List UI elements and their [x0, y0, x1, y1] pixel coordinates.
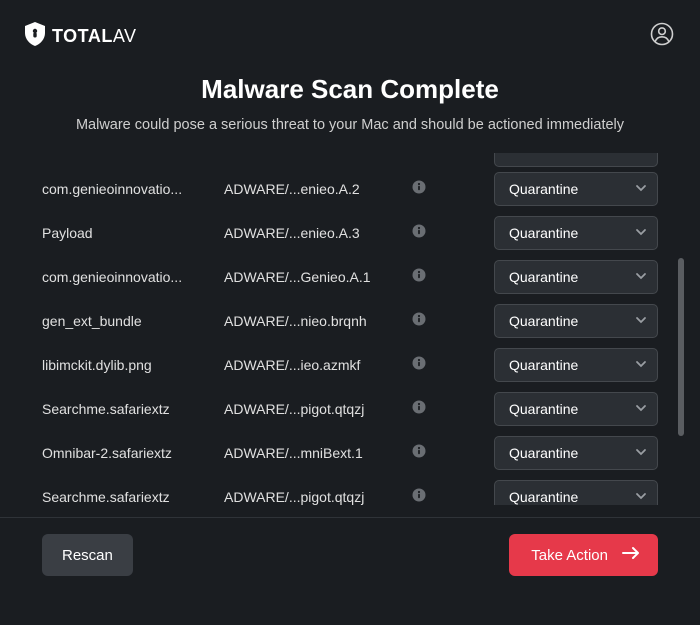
- table-row: Omnibar-2.safariextz ADWARE/...mniBext.1…: [42, 431, 658, 475]
- chevron-down-icon: [635, 269, 647, 285]
- dropdown-label: Quarantine: [509, 489, 578, 505]
- app-header: TOTALAV: [0, 0, 700, 56]
- chevron-down-icon: [635, 181, 647, 197]
- arrow-right-icon: [622, 546, 640, 564]
- results-list: com.genieoinnovatio... ADWARE/...enieo.A…: [42, 153, 658, 505]
- chevron-down-icon: [635, 313, 647, 329]
- info-button[interactable]: [408, 400, 430, 419]
- info-icon: [412, 268, 426, 287]
- info-icon: [412, 444, 426, 463]
- threat-name: ADWARE/...pigot.qtqzj: [224, 489, 398, 505]
- table-row: libimckit.dylib.png ADWARE/...ieo.azmkf …: [42, 343, 658, 387]
- action-dropdown[interactable]: Quarantine: [494, 216, 658, 250]
- action-dropdown[interactable]: Quarantine: [494, 348, 658, 382]
- main-content: Malware Scan Complete Malware could pose…: [0, 56, 700, 505]
- scrollbar-thumb[interactable]: [678, 258, 684, 436]
- table-row: com.genieoinnovatio... ADWARE/...Genieo.…: [42, 255, 658, 299]
- table-row: Searchme.safariextz ADWARE/...pigot.qtqz…: [42, 387, 658, 431]
- info-button[interactable]: [408, 312, 430, 331]
- info-icon: [412, 400, 426, 419]
- file-name: Searchme.safariextz: [42, 401, 214, 417]
- dropdown-label: Quarantine: [509, 445, 578, 461]
- file-name: gen_ext_bundle: [42, 313, 214, 329]
- scrollbar[interactable]: [678, 153, 684, 505]
- table-row: gen_ext_bundle ADWARE/...nieo.brqnh Quar…: [42, 299, 658, 343]
- dropdown-label: Quarantine: [509, 181, 578, 197]
- threat-name: ADWARE/...mniBext.1: [224, 445, 398, 461]
- file-name: com.genieoinnovatio...: [42, 181, 214, 197]
- chevron-down-icon: [635, 445, 647, 461]
- action-dropdown[interactable]: Quarantine: [494, 260, 658, 294]
- info-icon: [412, 356, 426, 375]
- action-dropdown[interactable]: Quarantine: [494, 172, 658, 206]
- file-name: com.genieoinnovatio...: [42, 269, 214, 285]
- action-dropdown[interactable]: Quarantine: [494, 436, 658, 470]
- chevron-down-icon: [635, 489, 647, 505]
- threat-name: ADWARE/...enieo.A.2: [224, 181, 398, 197]
- rescan-label: Rescan: [62, 547, 113, 564]
- action-dropdown[interactable]: Quarantine: [494, 392, 658, 426]
- brand-logo: TOTALAV: [24, 22, 137, 51]
- brand-text: TOTALAV: [52, 26, 137, 47]
- take-action-button[interactable]: Take Action: [509, 534, 658, 576]
- page-title: Malware Scan Complete: [42, 74, 658, 105]
- table-row: Payload ADWARE/...enieo.A.3 Quarantine: [42, 211, 658, 255]
- threat-name: ADWARE/...Genieo.A.1: [224, 269, 398, 285]
- file-name: Omnibar-2.safariextz: [42, 445, 214, 461]
- info-button[interactable]: [408, 444, 430, 463]
- results-list-wrap: com.genieoinnovatio... ADWARE/...enieo.A…: [42, 153, 658, 505]
- dropdown-label: Quarantine: [509, 225, 578, 241]
- dropdown-label: Quarantine: [509, 269, 578, 285]
- chevron-down-icon: [635, 357, 647, 373]
- file-name: libimckit.dylib.png: [42, 357, 214, 373]
- file-name: Payload: [42, 225, 214, 241]
- rescan-button[interactable]: Rescan: [42, 534, 133, 576]
- dropdown-label: Quarantine: [509, 357, 578, 373]
- info-button[interactable]: [408, 356, 430, 375]
- threat-name: ADWARE/...pigot.qtqzj: [224, 401, 398, 417]
- user-circle-icon: [650, 22, 674, 51]
- chevron-down-icon: [635, 401, 647, 417]
- page-subtitle: Malware could pose a serious threat to y…: [42, 115, 658, 135]
- file-name: Searchme.safariextz: [42, 489, 214, 505]
- table-row: com.genieoinnovatio... ADWARE/...enieo.A…: [42, 167, 658, 211]
- dropdown-label: Quarantine: [509, 401, 578, 417]
- info-button[interactable]: [408, 224, 430, 243]
- shield-icon: [24, 22, 46, 51]
- footer-bar: Rescan Take Action: [0, 517, 700, 576]
- info-button[interactable]: [408, 268, 430, 287]
- threat-name: ADWARE/...ieo.azmkf: [224, 357, 398, 373]
- action-dropdown[interactable]: Quarantine: [494, 480, 658, 505]
- table-row: Searchme.safariextz ADWARE/...pigot.qtqz…: [42, 475, 658, 505]
- info-icon: [412, 312, 426, 331]
- account-button[interactable]: [648, 22, 676, 50]
- threat-name: ADWARE/...nieo.brqnh: [224, 313, 398, 329]
- info-icon: [412, 180, 426, 199]
- table-row: [42, 153, 658, 167]
- action-dropdown[interactable]: Quarantine: [494, 304, 658, 338]
- info-icon: [412, 488, 426, 506]
- info-button[interactable]: [408, 488, 430, 506]
- info-button[interactable]: [408, 180, 430, 199]
- chevron-down-icon: [635, 225, 647, 241]
- info-icon: [412, 224, 426, 243]
- take-action-label: Take Action: [531, 547, 608, 564]
- dropdown-label: Quarantine: [509, 313, 578, 329]
- threat-name: ADWARE/...enieo.A.3: [224, 225, 398, 241]
- action-dropdown[interactable]: [494, 153, 658, 167]
